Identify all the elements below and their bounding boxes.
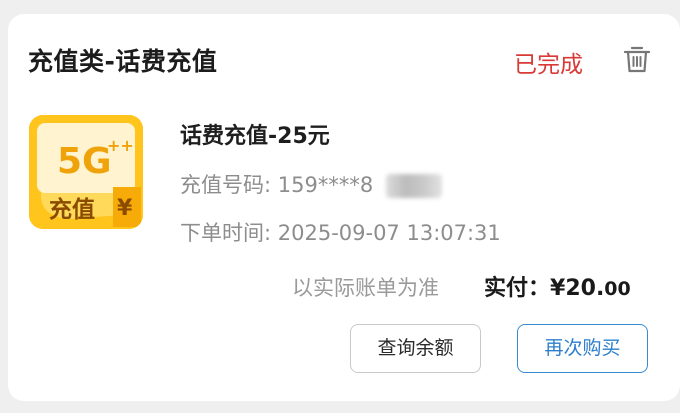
thumb-label: 充值 <box>49 196 95 223</box>
paid-label: 实付： <box>484 276 551 301</box>
paid-amount: 实付：¥20.00 <box>484 270 631 302</box>
check-balance-button[interactable]: 查询余额 <box>350 324 481 373</box>
order-category: 充值类-话费充值 <box>28 47 218 76</box>
thumb-badge-text: 5G <box>57 141 112 182</box>
order-status: 已完成 <box>514 52 583 78</box>
order-card[interactable]: 充值类-话费充值 已完成 5G ++ 充值 ¥ 话费充值-25元 充值号码: 1… <box>8 14 680 401</box>
rebuy-button[interactable]: 再次购买 <box>517 324 648 373</box>
paid-amount-decimals: 00 <box>604 278 631 300</box>
product-thumbnail[interactable]: 5G ++ 充值 ¥ <box>29 115 143 229</box>
billing-note: 以实际账单为准 <box>292 276 439 300</box>
privacy-blur-mask <box>386 174 442 198</box>
recharge-phone-number: 充值号码: 159****8 <box>180 173 374 197</box>
order-time: 下单时间: 2025-09-07 13:07:31 <box>180 221 501 245</box>
product-title[interactable]: 话费充值-25元 <box>180 118 330 150</box>
thumb-currency-symbol: ¥ <box>117 196 133 221</box>
svg-text:++: ++ <box>107 136 134 155</box>
trash-icon[interactable] <box>622 44 652 74</box>
paid-amount-main: ¥20. <box>550 276 605 301</box>
